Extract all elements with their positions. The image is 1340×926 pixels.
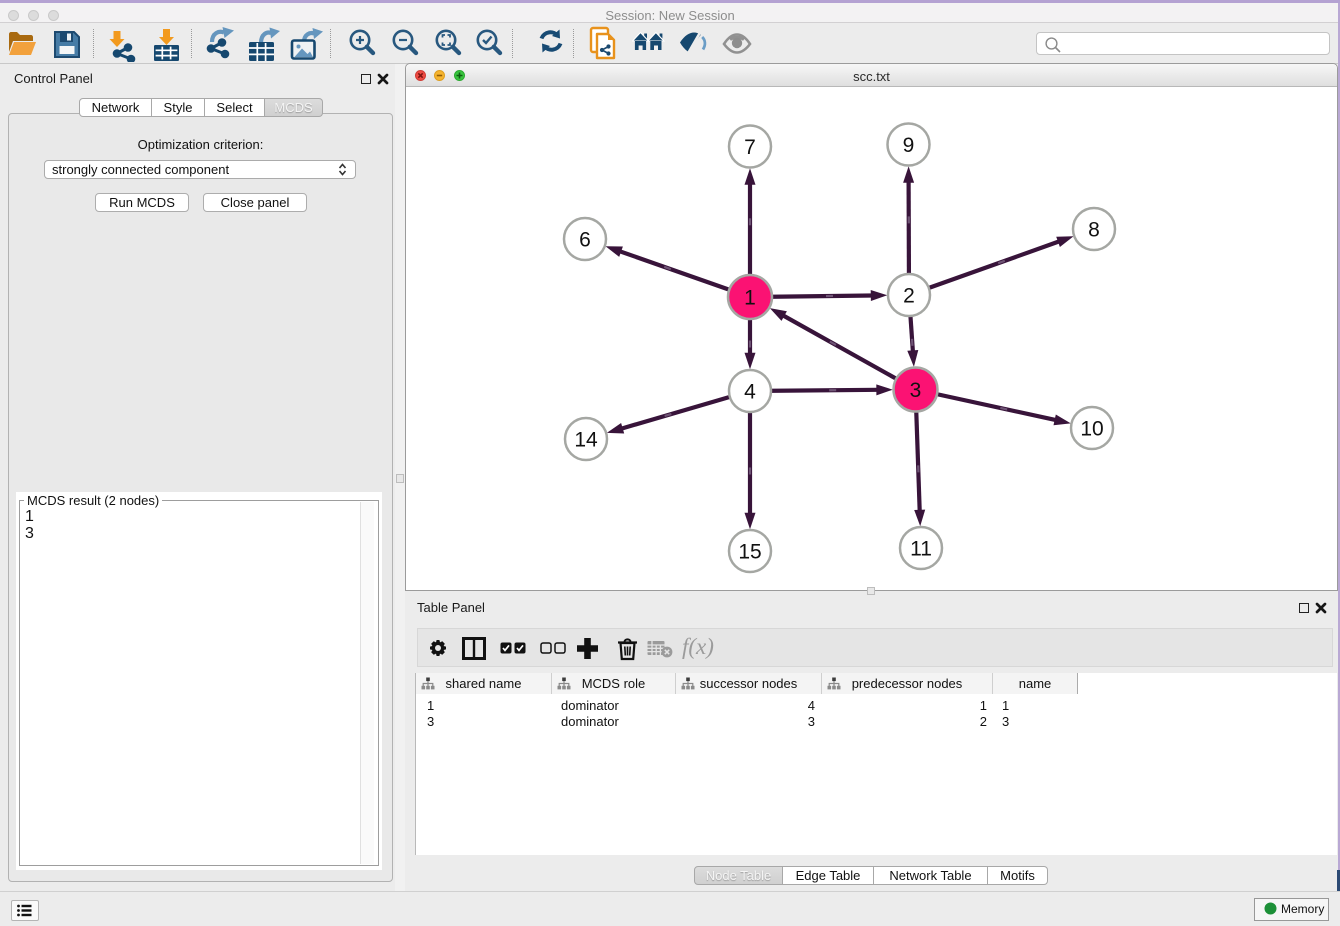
svg-text:4: 4 <box>744 381 756 404</box>
svg-text:9: 9 <box>903 134 915 157</box>
svg-text:2: 2 <box>903 285 915 308</box>
svg-text:3: 3 <box>910 379 922 402</box>
svg-text:6: 6 <box>579 229 591 252</box>
svg-text:15: 15 <box>738 541 761 564</box>
svg-text:10: 10 <box>1080 418 1103 441</box>
svg-text:1: 1 <box>744 287 756 310</box>
svg-text:14: 14 <box>574 429 598 452</box>
svg-text:7: 7 <box>744 136 756 159</box>
svg-text:8: 8 <box>1088 219 1100 242</box>
svg-text:11: 11 <box>910 538 932 561</box>
